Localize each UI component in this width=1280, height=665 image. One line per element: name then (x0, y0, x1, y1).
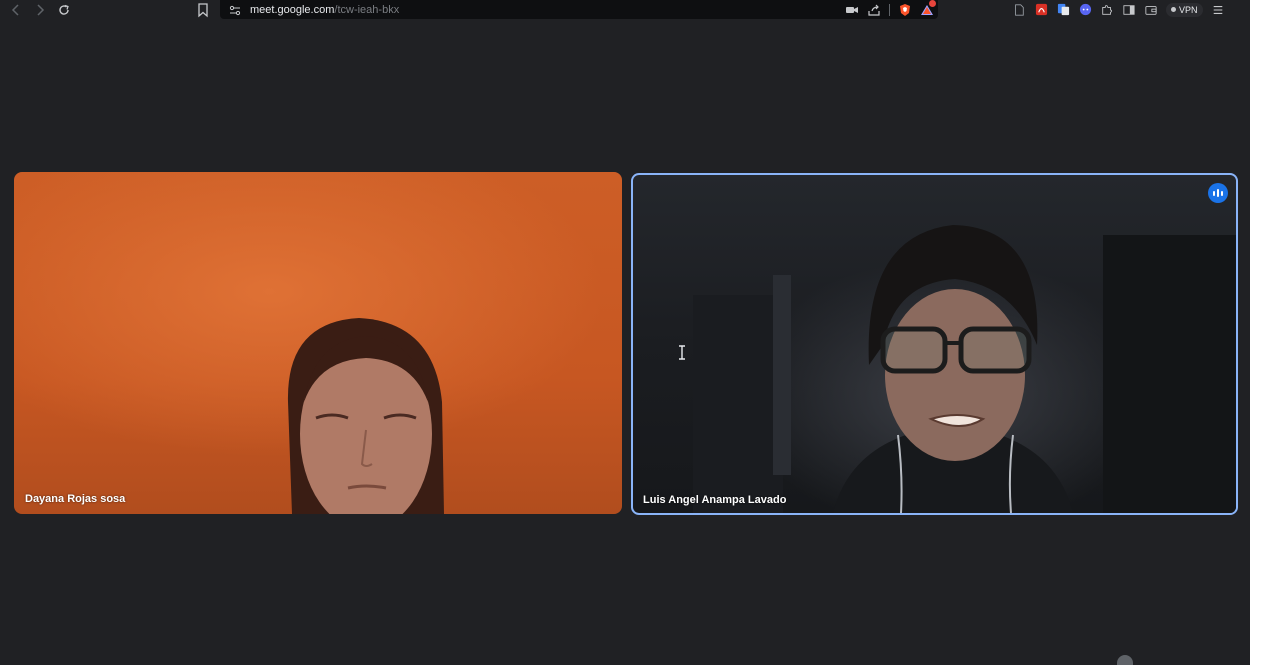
site-info-icon[interactable] (228, 3, 242, 17)
separator (889, 3, 890, 16)
document-extension-icon[interactable] (1012, 3, 1026, 17)
pdf-icon[interactable] (1034, 3, 1048, 17)
bookmark-icon[interactable] (196, 2, 210, 18)
brave-rewards-icon[interactable] (920, 0, 936, 17)
participant-tile-dayana[interactable]: Dayana Rojas sosa (14, 172, 622, 514)
vpn-label: VPN (1179, 4, 1198, 15)
screen-edge (1250, 0, 1280, 665)
participant-video (287, 318, 444, 514)
vpn-status-icon (1171, 7, 1176, 12)
camera-icon[interactable] (845, 3, 859, 17)
participant-video (693, 225, 1236, 513)
discord-icon[interactable] (1078, 3, 1092, 17)
menu-icon[interactable] (1211, 3, 1225, 17)
url-text: meet.google.com/tcw-ieah-bkx (250, 4, 399, 16)
control-bar-edge (1117, 655, 1133, 665)
extensions-icon[interactable] (1100, 3, 1114, 17)
reload-icon (59, 4, 69, 15)
translate-icon[interactable] (1056, 3, 1070, 17)
share-icon[interactable] (867, 3, 881, 17)
forward-icon (37, 4, 45, 16)
address-bar[interactable]: meet.google.com/tcw-ieah-bkx (220, 0, 938, 19)
text-cursor-icon (679, 345, 685, 360)
brave-shield-icon[interactable] (898, 3, 912, 17)
speaking-indicator-icon (1208, 183, 1228, 203)
url-path: /tcw-ieah-bkx (334, 3, 400, 16)
participant-tile-luis[interactable]: Luis Angel Anampa Lavado (631, 173, 1238, 515)
back-button[interactable] (6, 0, 26, 20)
vpn-button[interactable]: VPN (1166, 2, 1203, 17)
participant-name: Luis Angel Anampa Lavado (643, 494, 787, 506)
forward-button[interactable] (30, 0, 50, 20)
participant-name: Dayana Rojas sosa (25, 493, 126, 505)
reload-button[interactable] (54, 0, 74, 20)
back-icon (11, 4, 19, 16)
browser-toolbar: meet.google.com/tcw-ieah-bkx VPN (0, 0, 1250, 20)
url-domain: meet.google.com (250, 3, 335, 16)
sidebar-icon[interactable] (1122, 3, 1136, 17)
wallet-icon[interactable] (1144, 3, 1158, 17)
